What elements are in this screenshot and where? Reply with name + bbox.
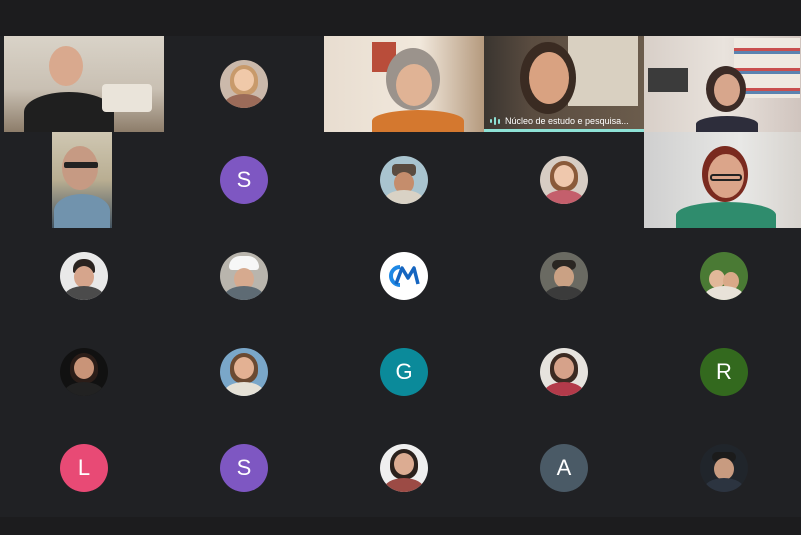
participant-avatar-initial: G [380,348,428,396]
participant-avatar-initial: R [700,348,748,396]
participant-video [644,132,801,228]
avatar-initial: S [236,455,252,480]
avatar-initial: S [236,167,252,192]
participant-video [644,36,801,132]
participant-avatar [700,252,748,300]
audio-level-icon [490,117,500,125]
avatar-initial: A [556,455,572,480]
participant-tile-video[interactable] [4,132,164,228]
participant-grid: Núcleo de estudo e pesquisa... S G R L S… [4,36,801,516]
participant-tile[interactable] [644,228,801,324]
participant-tile[interactable] [644,420,801,516]
participant-name-label: Núcleo de estudo e pesquisa... [490,116,629,126]
participant-tile[interactable] [324,132,484,228]
participant-tile[interactable] [484,324,644,420]
participant-tile[interactable]: G [324,324,484,420]
avatar-initial: R [716,359,732,384]
participant-video: Núcleo de estudo e pesquisa... [484,36,644,132]
participant-tile[interactable] [164,36,324,132]
participant-avatar-initial: A [540,444,588,492]
participant-tile[interactable]: S [164,132,324,228]
participant-tile[interactable]: S [164,420,324,516]
participant-avatar [540,348,588,396]
participant-avatar [220,348,268,396]
participant-tile[interactable]: L [4,420,164,516]
participant-avatar-initial: S [220,156,268,204]
participant-tile-video[interactable] [4,36,164,132]
participant-tile-video[interactable] [324,36,484,132]
cm-logo-icon [380,252,428,300]
participant-avatar [380,156,428,204]
participant-video [52,132,112,228]
participant-avatar [540,156,588,204]
participant-avatar-initial: S [220,444,268,492]
participant-tile[interactable]: A [484,420,644,516]
participant-tile[interactable] [484,228,644,324]
top-bar [0,0,801,36]
participant-tile-video[interactable] [644,132,801,228]
avatar-initial: L [77,455,91,480]
participant-avatar [220,252,268,300]
participant-avatar-initial: L [60,444,108,492]
participant-tile[interactable] [484,132,644,228]
participant-avatar [380,444,428,492]
participant-name: Núcleo de estudo e pesquisa... [505,116,629,126]
participant-video [4,36,164,132]
participant-tile-video-speaking[interactable]: Núcleo de estudo e pesquisa... [484,36,644,132]
participant-avatar [60,348,108,396]
participant-tile[interactable]: R [644,324,801,420]
participant-avatar [540,252,588,300]
participant-avatar [60,252,108,300]
participant-avatar [700,444,748,492]
participant-tile[interactable] [4,228,164,324]
participant-tile[interactable] [324,420,484,516]
participant-tile[interactable] [164,228,324,324]
avatar-initial: G [395,359,413,384]
participant-tile[interactable] [164,324,324,420]
participant-tile-video[interactable] [644,36,801,132]
participant-tile[interactable] [4,324,164,420]
participant-video [324,36,484,132]
bottom-bar [0,517,801,535]
participant-tile[interactable] [324,228,484,324]
participant-avatar [220,60,268,108]
